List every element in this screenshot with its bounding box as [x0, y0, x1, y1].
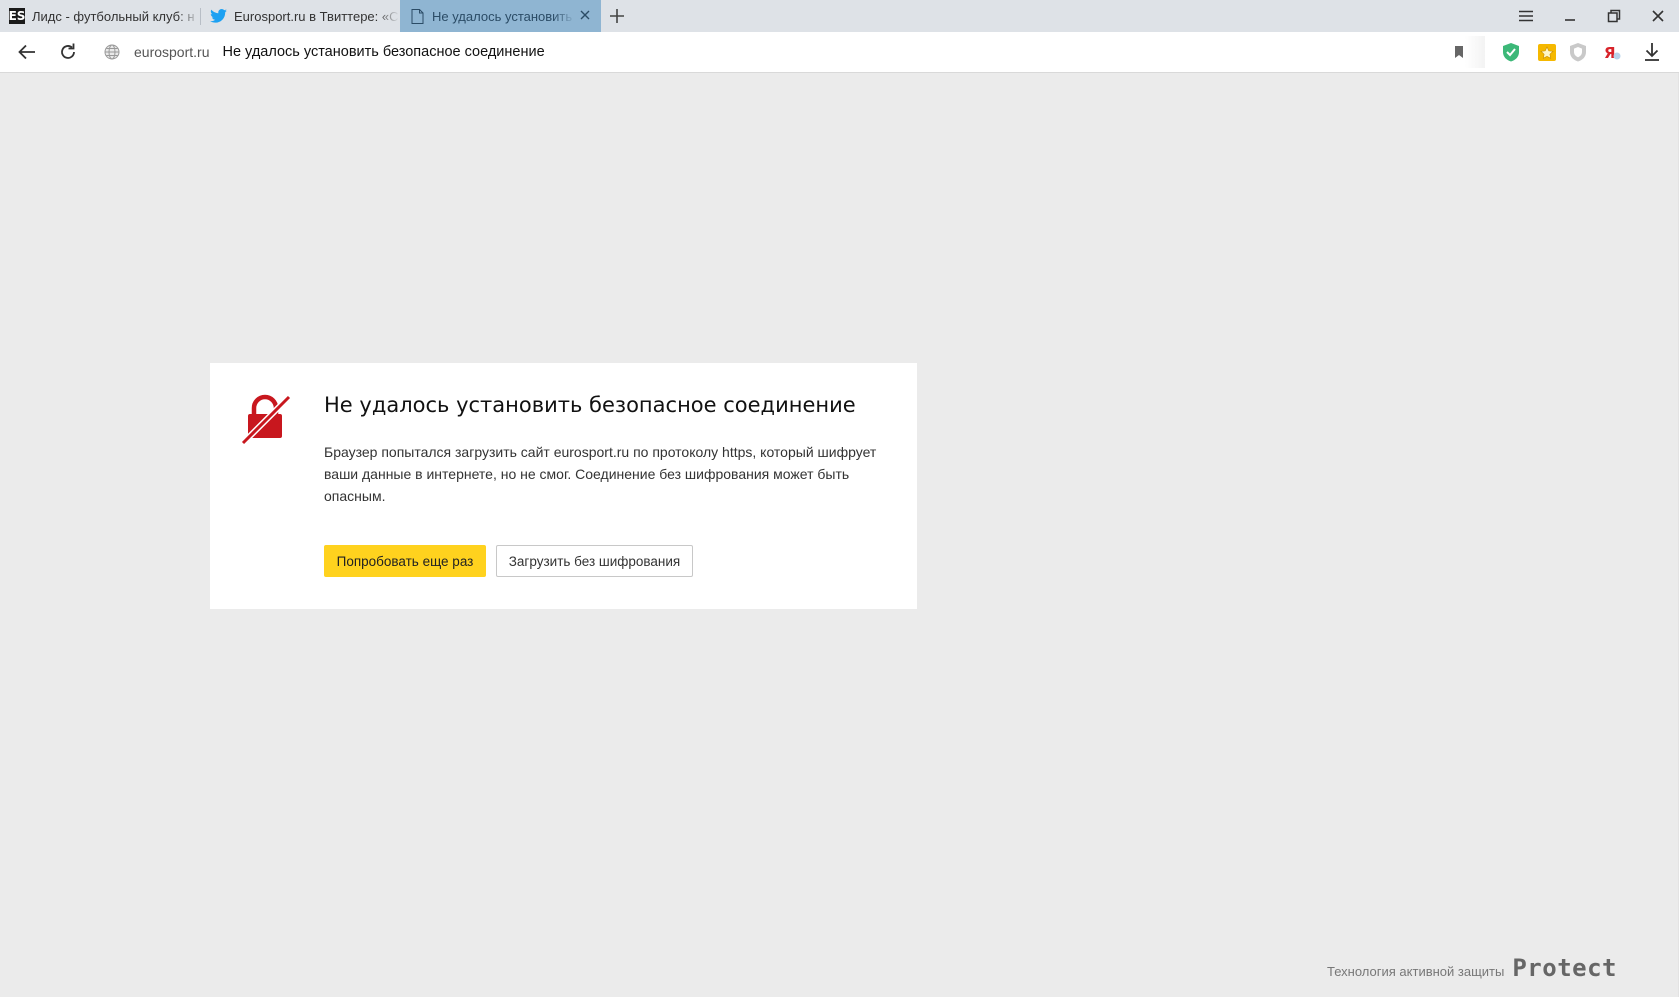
eurosport-favicon: ES: [8, 8, 26, 24]
error-card: Не удалось установить безопасное соедине…: [210, 363, 917, 609]
hamburger-menu-icon: [1519, 10, 1533, 22]
tab-fade: [553, 0, 575, 32]
close-icon: [1652, 10, 1664, 22]
tab-title: Не удалось установить: [432, 8, 573, 24]
globe-icon[interactable]: [104, 44, 120, 60]
tab-fade: [178, 0, 200, 32]
close-window-button[interactable]: [1644, 5, 1672, 27]
restore-icon: [1607, 9, 1621, 23]
minimize-icon: [1565, 19, 1575, 21]
reload-icon[interactable]: [57, 41, 79, 63]
close-tab-icon[interactable]: [578, 8, 592, 22]
load-without-encryption-button[interactable]: Загрузить без шифрования: [496, 545, 693, 577]
protect-caption: Технология активной защиты: [1327, 964, 1505, 979]
download-icon[interactable]: [1641, 41, 1663, 63]
yandex-extension-icon[interactable]: Я: [1600, 41, 1622, 63]
adblock-shield-icon[interactable]: [1567, 41, 1589, 63]
restore-button[interactable]: [1600, 5, 1628, 27]
new-tab-plus-icon[interactable]: [607, 6, 627, 26]
error-description: Браузер попытался загрузить сайт eurospo…: [324, 444, 877, 504]
favorites-star-icon[interactable]: [1536, 41, 1558, 63]
protect-shield-icon[interactable]: [1500, 41, 1522, 63]
tab-strip: ES Лидс - футбольный клуб: н Eurosport.r…: [0, 0, 1679, 32]
protect-branding: Технология активной защиты Protect: [1327, 954, 1617, 982]
twitter-icon: [210, 9, 227, 23]
address-domain: eurosport.ru: [134, 44, 210, 60]
tab-eurosport-twitter[interactable]: Eurosport.ru в Твиттере: «С: [201, 0, 399, 32]
tab-fade: [377, 0, 399, 32]
back-arrow-icon[interactable]: [16, 41, 38, 63]
tab-error-active[interactable]: Не удалось установить: [400, 0, 601, 32]
document-icon: [411, 8, 424, 24]
svg-text:Я: Я: [1604, 44, 1616, 62]
menu-button[interactable]: [1512, 5, 1540, 27]
broken-lock-icon: [240, 394, 292, 445]
address-bar[interactable]: eurosport.ru Не удалось установить безоп…: [98, 36, 1483, 68]
tab-title: Лидс - футбольный клуб: н: [32, 8, 195, 24]
address-page-title: Не удалось установить безопасное соедине…: [222, 44, 545, 60]
address-bar-edge: [1465, 36, 1485, 68]
protect-logo: Protect: [1512, 954, 1617, 982]
bookmark-icon[interactable]: [1453, 45, 1465, 59]
tab-title: Eurosport.ru в Твиттере: «С: [234, 8, 399, 24]
browser-toolbar: eurosport.ru Не удалось установить безоп…: [0, 32, 1679, 73]
retry-button[interactable]: Попробовать еще раз: [324, 545, 486, 577]
error-title: Не удалось установить безопасное соедине…: [324, 393, 856, 417]
minimize-button[interactable]: [1556, 5, 1584, 27]
tab-leeds[interactable]: ES Лидс - футбольный клуб: н: [0, 0, 200, 32]
